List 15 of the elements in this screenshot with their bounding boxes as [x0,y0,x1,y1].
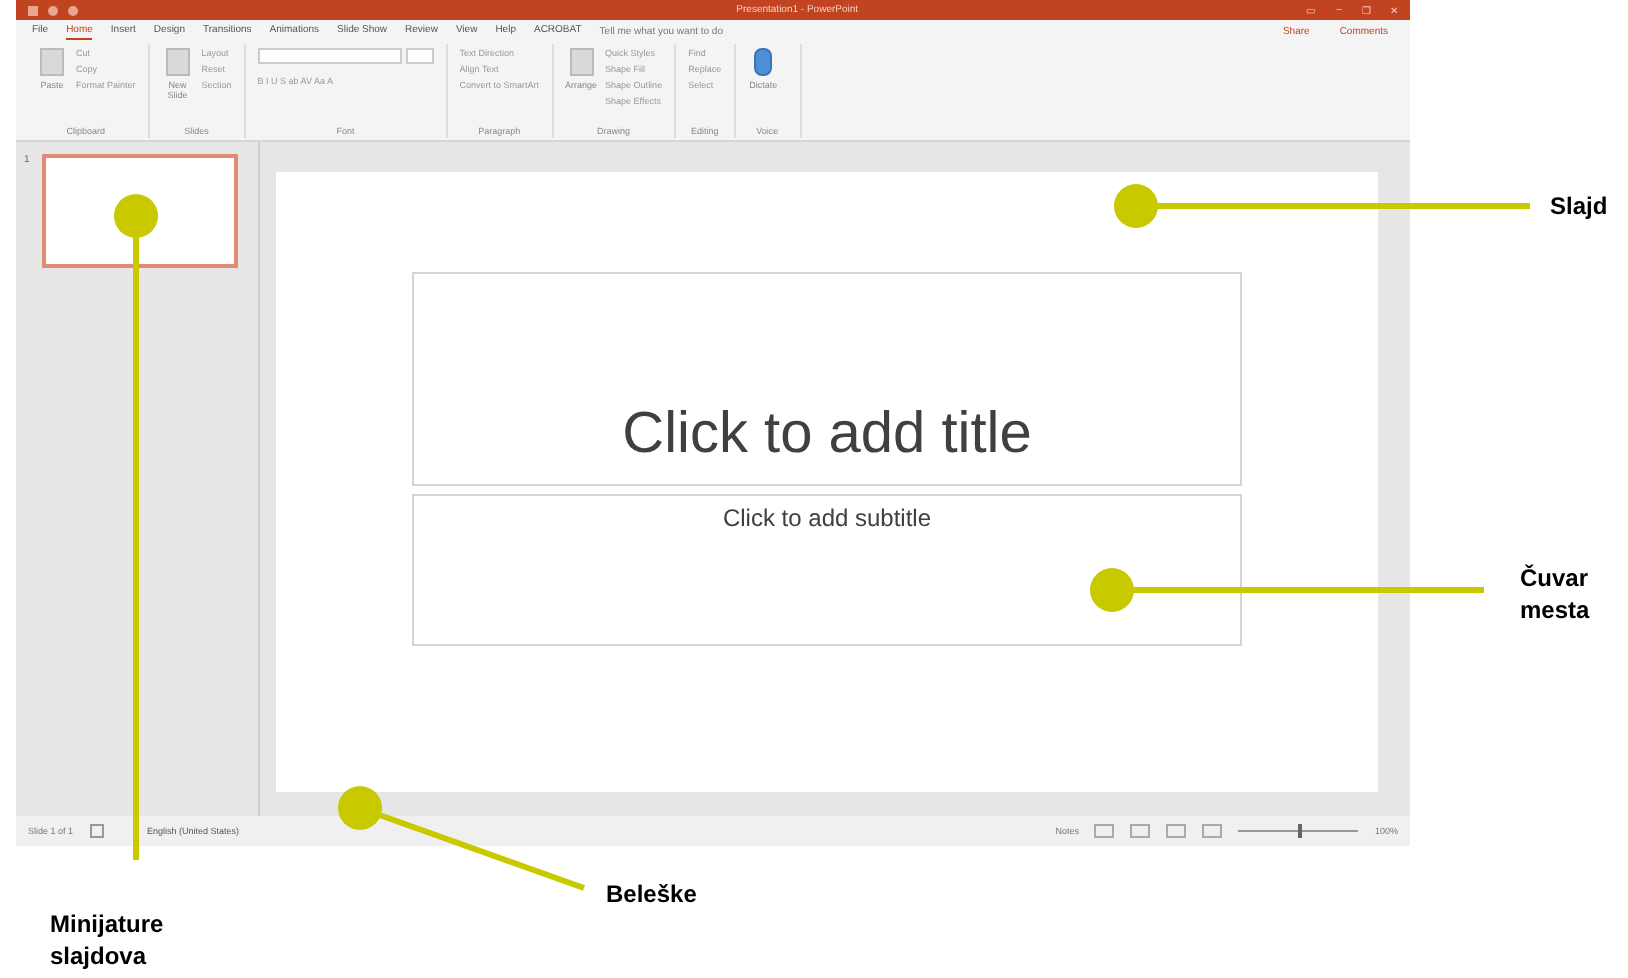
font-size-field[interactable] [405,48,434,64]
sorter-view-icon[interactable] [1130,824,1151,838]
reading-view-icon[interactable] [1166,824,1187,838]
slideshow-view-icon[interactable] [1202,824,1223,838]
font-name-field[interactable] [257,48,402,64]
zoom-thumb[interactable] [1298,824,1303,838]
slide-thumbnail[interactable] [41,154,238,268]
callout-label: Čuvar mesta [1520,564,1592,627]
normal-view-icon[interactable] [1094,824,1115,838]
callout-label: Beleške [606,880,699,912]
title-placeholder[interactable]: Click to add title [412,272,1242,486]
callout-label: Minijature slajdova [50,910,166,973]
subtitle-placeholder[interactable]: Click to add subtitle [412,494,1242,646]
callout-label: Slajd [1550,192,1610,224]
slide[interactable]: Click to add title Click to add subtitle [276,172,1378,792]
